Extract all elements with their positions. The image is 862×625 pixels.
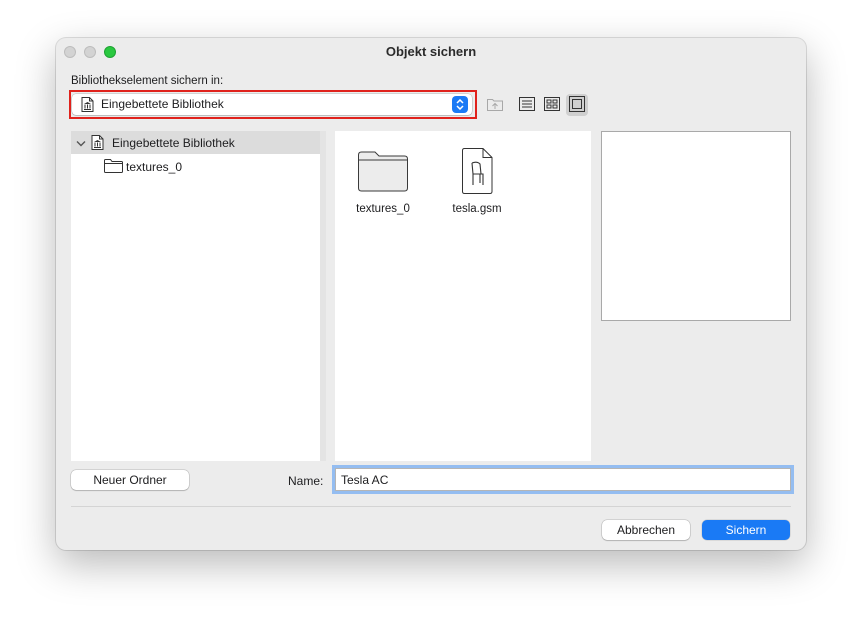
file-item-label: tesla.gsm <box>452 203 502 215</box>
tree-item-label: textures_0 <box>126 160 183 174</box>
list-view-icon <box>519 96 535 114</box>
tree-item-label: Eingebettete Bibliothek <box>112 136 235 150</box>
file-item-textures[interactable]: textures_0 <box>348 139 418 215</box>
location-popup-value: Eingebettete Bibliothek <box>101 97 224 111</box>
save-button[interactable]: Sichern <box>702 520 790 540</box>
gsm-object-icon <box>442 139 512 203</box>
location-popup[interactable]: Eingebettete Bibliothek <box>72 94 472 115</box>
footer-divider <box>71 506 791 507</box>
folder-icon <box>348 139 418 203</box>
new-folder-button[interactable]: Neuer Ordner <box>71 470 189 490</box>
folder-tree: Eingebettete Bibliothek textures_0 <box>71 131 320 461</box>
library-icon <box>81 97 94 115</box>
file-item-tesla-gsm[interactable]: tesla.gsm <box>442 139 512 215</box>
preview-pane <box>601 131 791 321</box>
save-in-label: Bibliothekselement sichern in: <box>71 75 224 87</box>
folder-up-button[interactable] <box>484 94 506 116</box>
name-label: Name: <box>288 474 324 488</box>
preview-view-button[interactable] <box>566 94 588 116</box>
list-view-button[interactable] <box>516 94 538 116</box>
disclosure-chevron-down-icon[interactable] <box>76 137 86 151</box>
folder-icon <box>104 159 123 176</box>
chevron-up-down-icon[interactable] <box>452 96 468 113</box>
icon-view-button[interactable] <box>541 94 563 116</box>
folder-up-icon <box>486 96 504 115</box>
cancel-button[interactable]: Abbrechen <box>602 520 690 540</box>
tree-item-textures[interactable]: textures_0 <box>71 156 320 178</box>
preview-view-icon <box>569 95 585 115</box>
tree-scrollbar[interactable] <box>320 131 326 461</box>
window-title: Objekt sichern <box>385 44 477 59</box>
file-item-label: textures_0 <box>356 203 410 215</box>
file-browser: textures_0 tesla.gsm <box>335 131 591 461</box>
name-input[interactable] <box>335 468 791 491</box>
icon-view-icon <box>544 96 560 114</box>
library-icon <box>91 135 104 153</box>
title-bar: Objekt sichern <box>56 38 806 66</box>
save-object-dialog: Objekt sichern Bibliothekselement sicher… <box>56 38 806 550</box>
tree-item-embedded-library[interactable]: Eingebettete Bibliothek <box>71 131 320 154</box>
